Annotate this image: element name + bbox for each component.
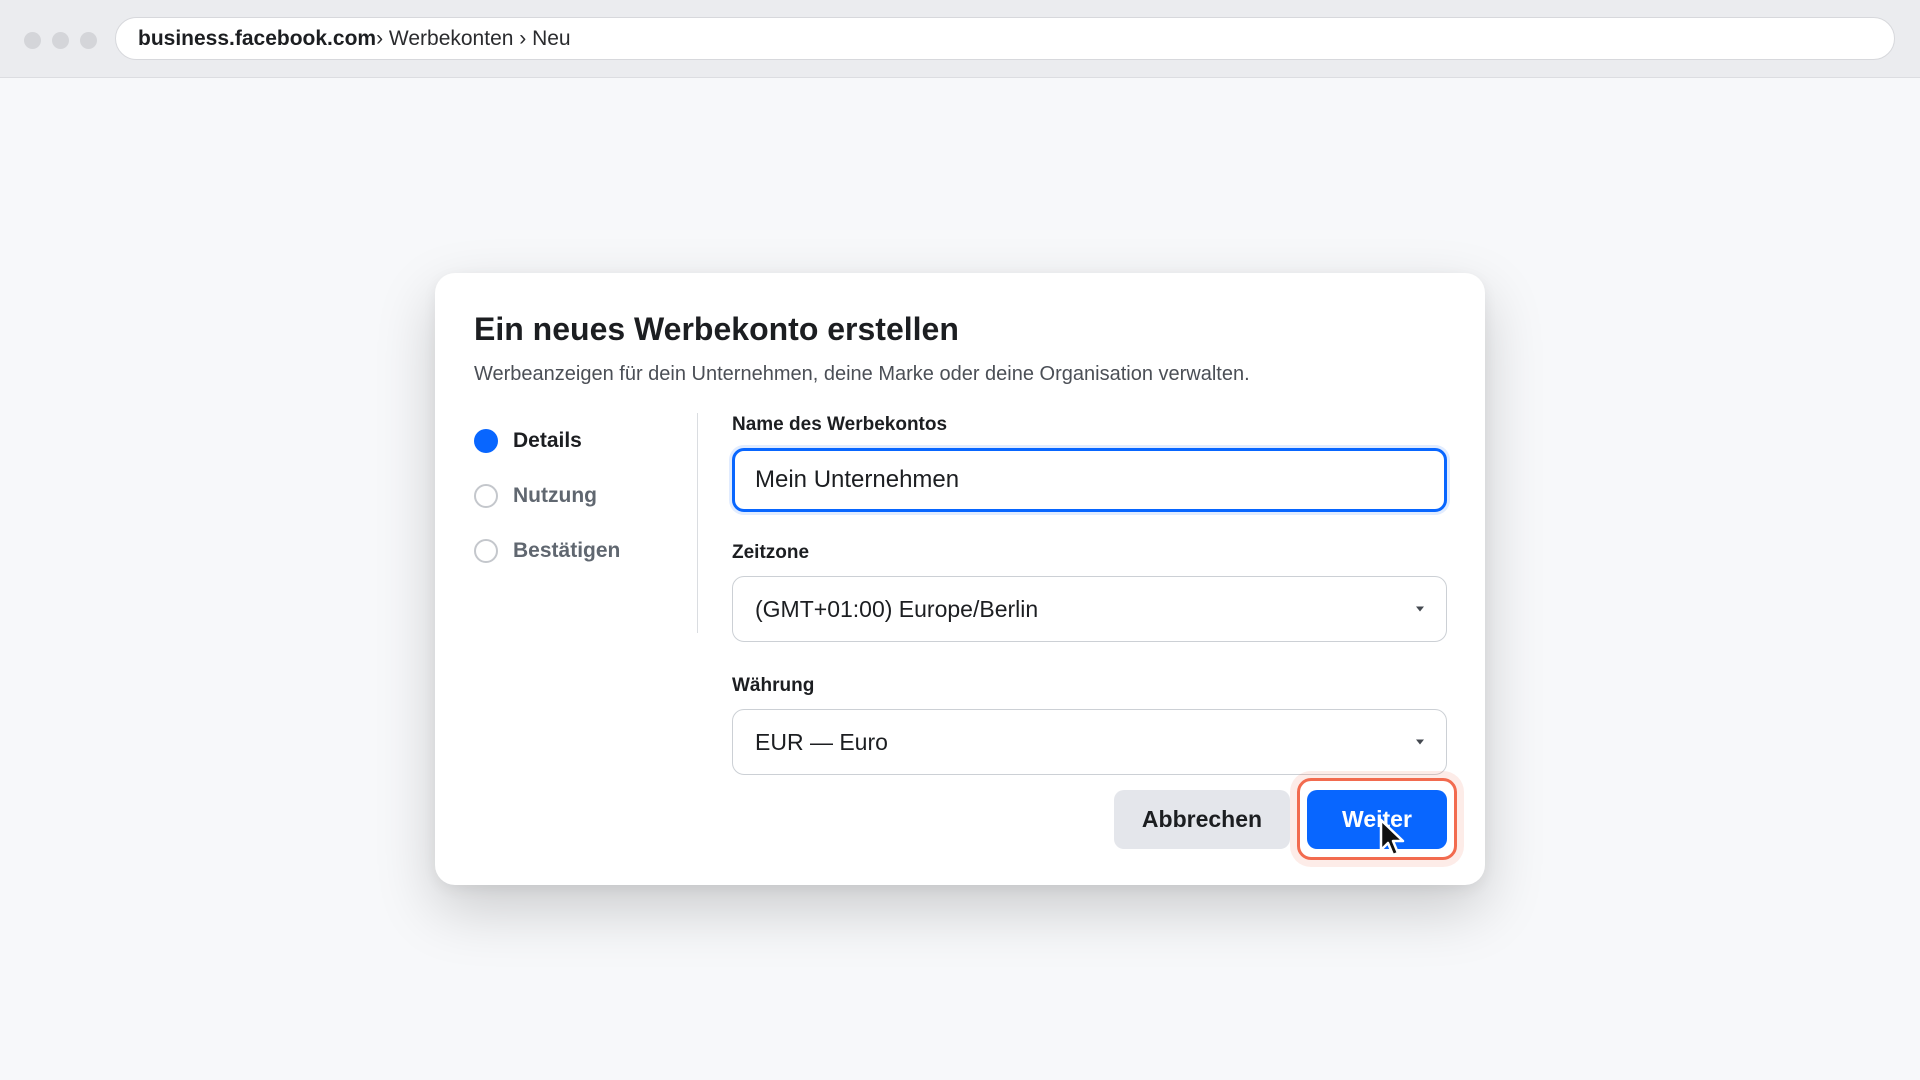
step-details[interactable]: Details	[474, 413, 664, 468]
step-active-indicator-icon	[474, 428, 498, 453]
step-label: Nutzung	[513, 483, 597, 507]
step-list: Details Nutzung Bestätigen	[474, 413, 664, 578]
create-ad-account-dialog: Ein neues Werbekonto erstellen Werbeanze…	[435, 273, 1485, 885]
timezone-selected-value: (GMT+01:00) Europe/Berlin	[755, 595, 1039, 622]
step-label: Bestätigen	[513, 538, 621, 562]
timezone-field-group: Zeitzone (GMT+01:00) Europe/Berlin	[732, 541, 1447, 642]
account-form: Name des Werbekontos Zeitzone (GMT+01:00…	[732, 413, 1447, 775]
window-maximize-dot[interactable]	[80, 32, 97, 49]
url-path: › Werbekonten › Neu	[376, 26, 571, 50]
browser-chrome: business.facebook.com › Werbekonten › Neu	[0, 0, 1920, 78]
dialog-title: Ein neues Werbekonto erstellen	[474, 311, 959, 347]
steps-divider	[697, 413, 698, 633]
timezone-field-label: Zeitzone	[732, 542, 810, 563]
name-field-group: Name des Werbekontos	[732, 413, 1447, 512]
timezone-select[interactable]: (GMT+01:00) Europe/Berlin	[732, 576, 1447, 642]
url-domain: business.facebook.com	[138, 26, 377, 50]
chevron-down-icon	[1416, 606, 1424, 612]
chevron-down-icon	[1416, 739, 1424, 745]
cancel-button[interactable]: Abbrechen	[1114, 790, 1290, 849]
window-minimize-dot[interactable]	[52, 32, 69, 49]
next-button[interactable]: Weiter	[1307, 790, 1447, 849]
currency-field-group: Währung EUR — Euro	[732, 674, 1447, 775]
address-bar[interactable]: business.facebook.com › Werbekonten › Neu	[115, 17, 1895, 60]
step-inactive-indicator-icon	[474, 538, 498, 563]
window-close-dot[interactable]	[24, 32, 41, 49]
step-usage[interactable]: Nutzung	[474, 468, 664, 523]
currency-selected-value: EUR — Euro	[755, 728, 888, 755]
step-inactive-indicator-icon	[474, 483, 498, 508]
step-confirm[interactable]: Bestätigen	[474, 523, 664, 578]
currency-field-label: Währung	[732, 675, 815, 696]
name-field-label: Name des Werbekontos	[732, 414, 948, 435]
step-label: Details	[513, 428, 582, 452]
currency-select[interactable]: EUR — Euro	[732, 709, 1447, 775]
account-name-input[interactable]	[732, 448, 1447, 512]
dialog-subtitle: Werbeanzeigen für dein Unternehmen, dein…	[474, 363, 1250, 385]
